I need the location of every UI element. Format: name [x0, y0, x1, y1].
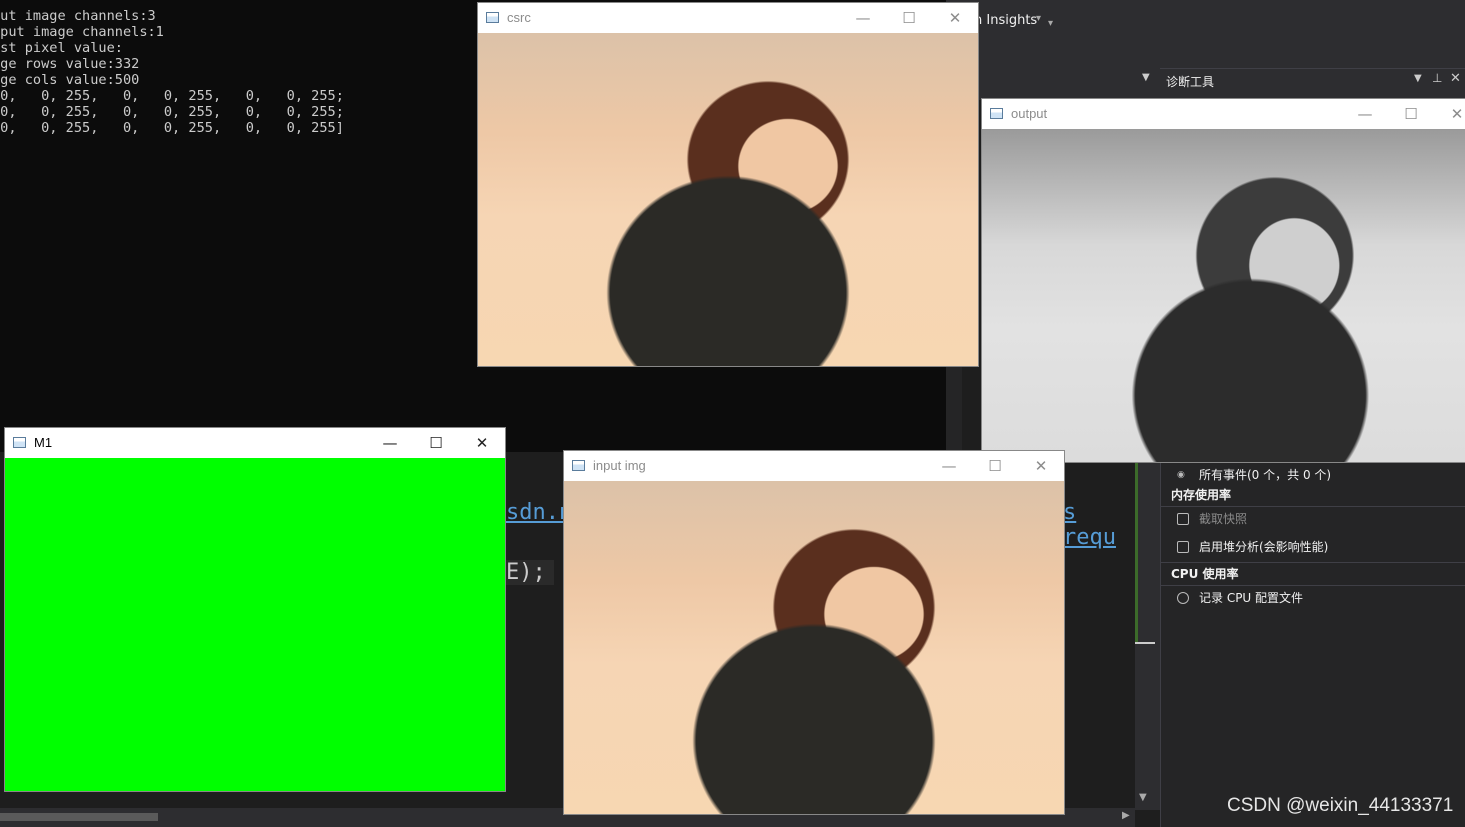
csrc-window[interactable]: csrc — ☐ ✕ [477, 2, 979, 367]
vs-toolbar: n Insights ▾ ▾ ▼ 诊断工具 ▼ ⊥ ✕ [946, 0, 1465, 101]
snapshot-label: 截取快照 [1199, 512, 1248, 526]
vertical-scrollbar[interactable]: ▼ [1135, 462, 1160, 810]
input-img-window[interactable]: input img — ☐ ✕ [563, 450, 1065, 815]
input-title: input img [593, 458, 646, 473]
scroll-marker [1135, 462, 1138, 642]
diag-tools-header: 诊断工具 ▼ ⊥ ✕ [1160, 68, 1465, 101]
window-icon [990, 108, 1003, 119]
m1-window[interactable]: M1 — ☐ ✕ [4, 427, 506, 792]
scroll-thumb[interactable] [1135, 642, 1155, 644]
minimize-button[interactable]: — [926, 451, 972, 481]
diag-tools-title: 诊断工具 [1166, 75, 1215, 89]
insights-dropdown-icon[interactable]: ▾ [1036, 13, 1041, 24]
csrc-titlebar[interactable]: csrc — ☐ ✕ [478, 3, 978, 33]
scroll-right-icon[interactable]: ▶ [1122, 810, 1130, 821]
record-icon [1177, 592, 1189, 604]
output-image [982, 129, 1465, 462]
input-titlebar[interactable]: input img — ☐ ✕ [564, 451, 1064, 481]
output-titlebar[interactable]: output — ☐ ✕ [982, 99, 1465, 129]
diag-dropdown-icon[interactable]: ▼ [1414, 73, 1422, 84]
close-panel-icon[interactable]: ✕ [1450, 71, 1461, 86]
minimize-button[interactable]: — [1342, 99, 1388, 129]
window-icon [486, 12, 499, 23]
panel-dropdown-icon[interactable]: ▼ [1142, 72, 1150, 83]
minimize-button[interactable]: — [367, 428, 413, 458]
scroll-down-icon[interactable]: ▼ [1139, 792, 1147, 803]
window-icon [572, 460, 585, 471]
watermark: CSDN @weixin_44133371 [1227, 795, 1454, 816]
overflow-icon[interactable]: ▾ [1048, 18, 1053, 29]
m1-titlebar[interactable]: M1 — ☐ ✕ [5, 428, 505, 458]
pin-icon[interactable]: ⊥ [1432, 71, 1442, 85]
heap-icon [1177, 541, 1189, 553]
maximize-button[interactable]: ☐ [413, 428, 459, 458]
close-button[interactable]: ✕ [1018, 451, 1064, 481]
minimize-button[interactable]: — [840, 3, 886, 33]
maximize-button[interactable]: ☐ [972, 451, 1018, 481]
maximize-button[interactable]: ☐ [1388, 99, 1434, 129]
code-line: E); [506, 560, 554, 585]
output-title: output [1011, 106, 1048, 121]
close-button[interactable]: ✕ [1434, 99, 1465, 129]
events-label: 所有事件(0 个，共 0 个) [1199, 468, 1332, 482]
window-icon [13, 437, 26, 448]
close-button[interactable]: ✕ [459, 428, 505, 458]
heap-label: 启用堆分析(会影响性能) [1199, 540, 1329, 554]
output-window[interactable]: output — ☐ ✕ [981, 98, 1465, 463]
csrc-image [478, 33, 978, 366]
csrc-title: csrc [507, 10, 531, 25]
insights-menu[interactable]: n Insights [974, 13, 1037, 28]
input-image [564, 481, 1064, 814]
snapshot-item[interactable]: 截取快照 [1161, 506, 1465, 532]
events-icon: ◉ [1177, 470, 1185, 480]
m1-image [5, 458, 505, 791]
heap-item[interactable]: 启用堆分析(会影响性能) [1161, 534, 1465, 560]
console-output: put image channels:3 tput image channels… [0, 8, 344, 136]
close-button[interactable]: ✕ [932, 3, 978, 33]
cpu-item[interactable]: 记录 CPU 配置文件 [1161, 585, 1465, 611]
camera-icon [1177, 513, 1189, 525]
cpu-label: 记录 CPU 配置文件 [1199, 591, 1304, 605]
maximize-button[interactable]: ☐ [886, 3, 932, 33]
memory-section: 内存使用率 [1161, 484, 1465, 507]
cpu-section: CPU 使用率 [1161, 562, 1465, 586]
m1-title: M1 [34, 435, 53, 450]
code-link-right[interactable]: s requ [1063, 500, 1135, 550]
horizontal-scroll-thumb[interactable] [0, 813, 158, 821]
diagnostics-panel: ◉ 所有事件(0 个，共 0 个) 内存使用率 截取快照 启用堆分析(会影响性能… [1160, 462, 1465, 827]
